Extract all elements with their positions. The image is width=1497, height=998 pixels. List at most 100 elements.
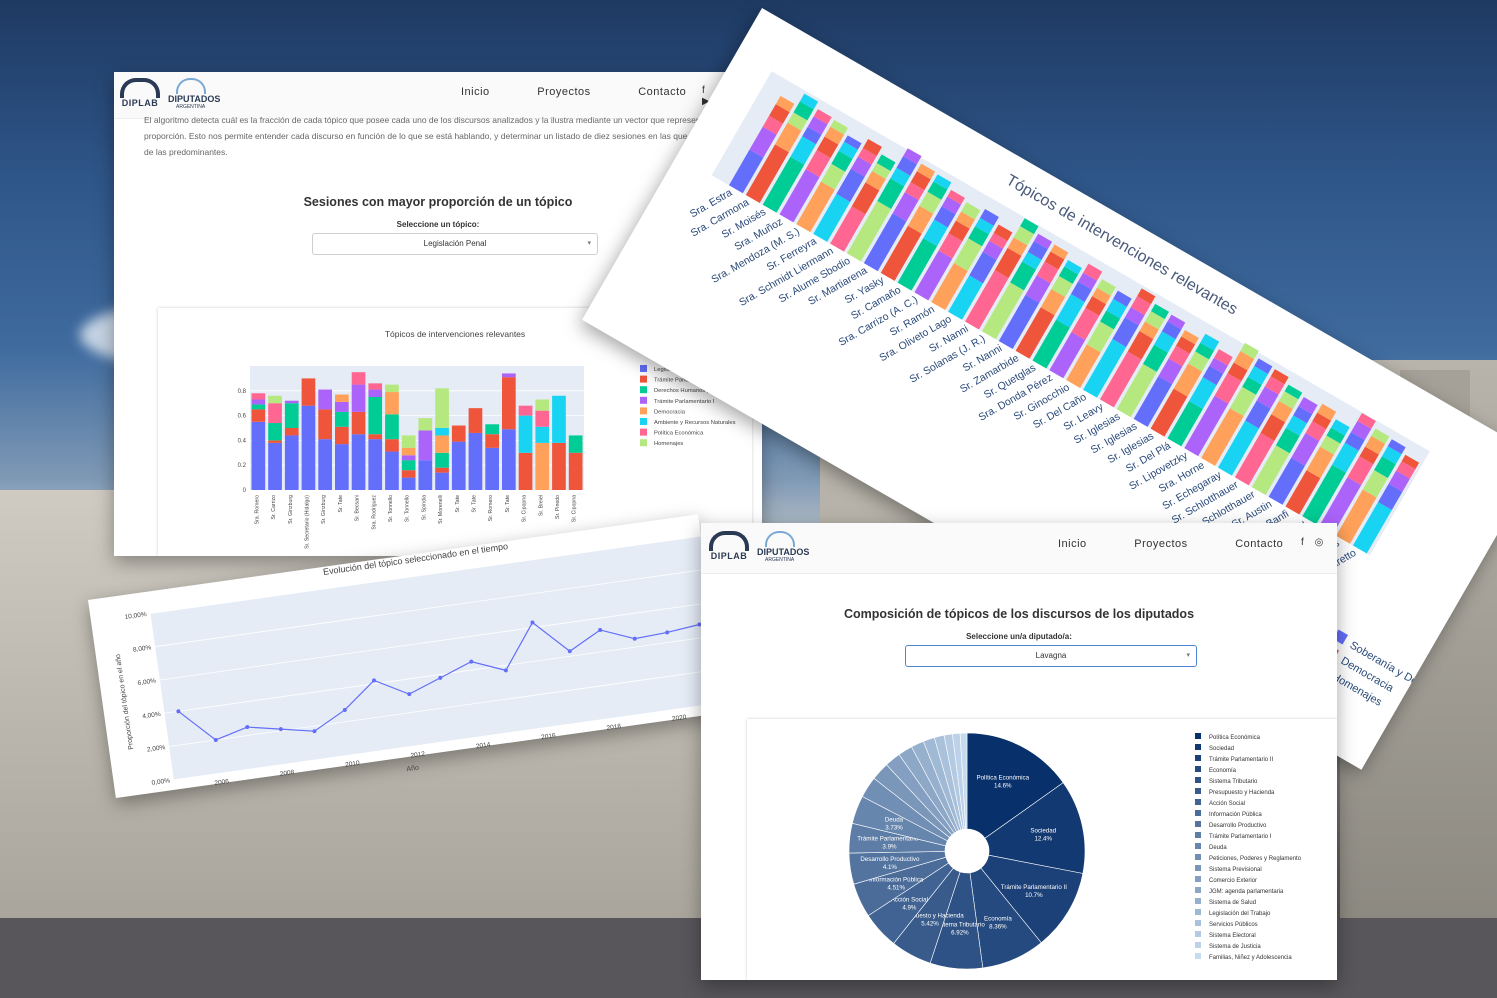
bar-segment xyxy=(468,408,483,433)
legend-swatch xyxy=(1195,920,1201,926)
legend-swatch xyxy=(1195,832,1201,838)
legend-label: Homenajes xyxy=(654,441,683,447)
x-tick-label: Sr. Ginzburg xyxy=(321,495,327,524)
bar-segment xyxy=(251,399,266,405)
slice-label: Sociedad xyxy=(1030,828,1056,835)
legend-swatch xyxy=(1195,953,1201,959)
diplab-logo[interactable]: DIPLAB xyxy=(709,531,749,567)
bar-segment xyxy=(368,397,383,435)
bar-segment xyxy=(435,388,449,428)
legend-swatch xyxy=(1195,876,1201,882)
bar-segment xyxy=(335,394,349,402)
facebook-icon[interactable]: f xyxy=(1301,537,1304,548)
bar-segment xyxy=(485,424,499,435)
facebook-icon[interactable]: f xyxy=(702,85,705,96)
chevron-down-icon: ▾ xyxy=(587,240,591,247)
nav-inicio[interactable]: Inicio xyxy=(461,86,490,98)
legend-label: Política Económica xyxy=(1209,735,1261,741)
legend-swatch xyxy=(1195,777,1201,783)
nav-inicio[interactable]: Inicio xyxy=(1058,538,1087,550)
legend-swatch xyxy=(1195,931,1201,937)
slice-label: Trámite Parlamentario II xyxy=(1001,884,1067,891)
y-tick-label: 6,00% xyxy=(137,678,156,688)
legend-swatch xyxy=(1195,909,1201,915)
legend-swatch xyxy=(1195,843,1201,849)
bar-segment xyxy=(401,435,416,448)
bar-segment xyxy=(535,442,550,490)
bar-segment xyxy=(518,405,533,416)
bar-segment xyxy=(318,389,332,410)
chart-title: Tópicos de intervenciones relevantes xyxy=(385,329,525,339)
bar-segment xyxy=(284,435,299,490)
bar-segment xyxy=(552,442,566,490)
bar-segment xyxy=(335,444,349,490)
legend-label: Información Pública xyxy=(1209,812,1262,818)
legend-label: Sistema de Justicia xyxy=(1209,944,1261,950)
intro-paragraph: El algoritmo detecta cuál es la fracción… xyxy=(144,115,753,157)
bar-segment xyxy=(401,447,416,456)
x-axis-label: Año xyxy=(406,765,419,774)
bar-segment xyxy=(568,452,583,490)
nav-contacto[interactable]: Contacto xyxy=(1235,538,1283,550)
legend-swatch xyxy=(1195,865,1201,871)
bar-segment xyxy=(401,460,416,471)
diputados-logo[interactable]: DIPUTADOS ARGENTINA xyxy=(757,531,817,565)
topic-select[interactable]: Legislación Penal ▾ xyxy=(312,233,598,255)
diputados-logo[interactable]: DIPUTADOS ARGENTINA xyxy=(168,78,228,112)
legend-label: Trámite Parlamentario II xyxy=(1209,757,1273,763)
legend-label: Comercio Exterior xyxy=(1209,878,1257,884)
bar-segment xyxy=(401,455,416,461)
legend-swatch xyxy=(640,375,647,383)
legend-swatch xyxy=(1195,887,1201,893)
x-tick-label: Sr. Tate xyxy=(455,495,461,513)
bar-segment xyxy=(468,432,483,490)
legend-swatch xyxy=(1195,821,1201,827)
legend-label: Sistema de Salud xyxy=(1209,900,1256,906)
nav-contacto[interactable]: Contacto xyxy=(638,86,686,98)
legend-label: Acción Social xyxy=(1209,801,1245,807)
bar-segment xyxy=(368,439,383,490)
y-axis-label: Proporción del tópico en el año xyxy=(115,653,135,750)
bar-segment xyxy=(251,393,266,400)
legend-swatch xyxy=(640,418,647,425)
bar-segment xyxy=(268,440,282,443)
slice-value: 5.42% xyxy=(921,921,939,928)
legend-swatch xyxy=(640,396,647,404)
card-composition: DIPLAB DIPUTADOS ARGENTINA Inicio Proyec… xyxy=(701,523,1337,980)
legend-label: Servicios Públicos xyxy=(1209,922,1258,928)
x-tick-label: Sr. Tonnello xyxy=(388,495,394,522)
deputy-select[interactable]: Lavagna ▾ xyxy=(905,645,1197,667)
legend-swatch xyxy=(640,386,647,394)
x-tick-label: Sr. Spindia xyxy=(421,495,427,520)
legend-swatch xyxy=(1195,744,1201,750)
slice-value: 6.92% xyxy=(951,930,969,937)
legend-swatch xyxy=(640,428,647,436)
bar-segment xyxy=(318,439,332,490)
bar-segment xyxy=(518,415,533,453)
legend-label: Sociedad xyxy=(1209,746,1234,752)
x-tick-label: 2012 xyxy=(410,751,426,760)
instagram-icon[interactable]: ◎ xyxy=(1315,537,1324,548)
plot-area xyxy=(150,536,725,780)
legend-label: Presupuesto y Hacienda xyxy=(1209,790,1275,796)
x-tick-label: 2014 xyxy=(476,741,492,750)
bar-segment xyxy=(351,372,366,385)
legend-swatch xyxy=(1195,788,1201,794)
legend-label: Familias, Niñez y Adolescencia xyxy=(1209,955,1292,961)
nav-proyectos[interactable]: Proyectos xyxy=(537,86,590,98)
bar-segment xyxy=(535,410,550,427)
slice-value: 3.9% xyxy=(882,843,897,850)
bar-segment xyxy=(284,400,299,404)
legend-label: Democracia xyxy=(654,409,686,415)
legend-swatch xyxy=(1195,854,1201,860)
diplab-logo[interactable]: DIPLAB xyxy=(120,78,160,114)
chevron-down-icon: ▾ xyxy=(1186,652,1190,659)
nav-proyectos[interactable]: Proyectos xyxy=(1134,538,1187,550)
bar-segment xyxy=(435,452,449,468)
bar-segment xyxy=(535,399,550,411)
x-tick-label: 2006 xyxy=(214,778,230,787)
bar-segment xyxy=(435,472,449,490)
legend-swatch xyxy=(1195,755,1201,761)
legend-swatch xyxy=(640,365,647,372)
legend-label: Desarrollo Productivo xyxy=(1209,823,1267,829)
